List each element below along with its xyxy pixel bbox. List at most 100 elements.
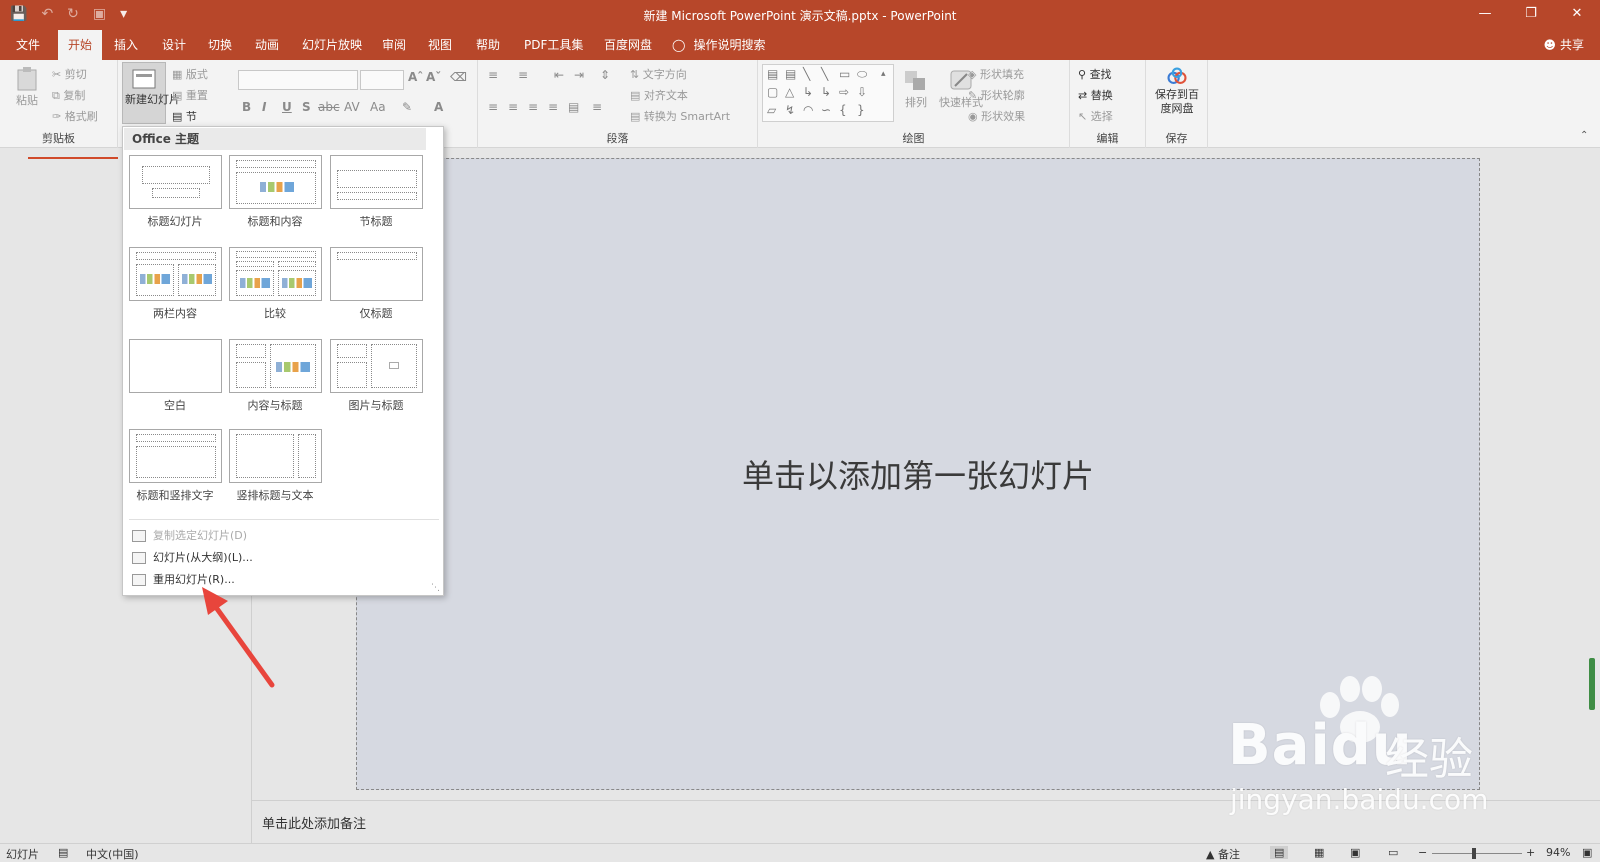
font-name-combo[interactable] [238, 70, 358, 90]
new-slide-button[interactable]: 新建幻灯片 [122, 62, 180, 124]
font-color-icon[interactable]: A [434, 100, 443, 114]
restore-icon[interactable]: ❐ [1508, 0, 1554, 30]
italic-icon[interactable]: I [262, 100, 266, 114]
align-left-icon[interactable]: ≡ [488, 100, 498, 114]
collapse-ribbon-icon[interactable]: ⌃ [1580, 130, 1588, 141]
shape-curve-icon: ∽ [821, 103, 832, 117]
tell-me-box[interactable]: ◯ 操作说明搜索 [672, 30, 765, 60]
layout-vertical-title-and-text[interactable]: 竖排标题与文本 [227, 429, 323, 515]
minimize-icon[interactable]: — [1462, 0, 1508, 30]
justify-icon[interactable]: ≡ [548, 100, 558, 114]
bold-icon[interactable]: B [242, 100, 251, 114]
shapes-gallery[interactable]: ▤ ▤ ╲ ╲ ▭ ⬭ ▢ △ ↳ ↳ ⇨ ⇩ ▱ ↯ ◠ ∽ { } ▴ [762, 64, 894, 122]
numbering-icon[interactable]: ≡ [518, 68, 528, 82]
layout-blank[interactable]: 空白 [127, 339, 223, 425]
increase-indent-icon[interactable]: ⇥ [574, 68, 584, 82]
menu-separator [129, 519, 439, 520]
tab-design[interactable]: 设计 [152, 30, 196, 60]
notes-placeholder[interactable]: 单击此处添加备注 [262, 813, 366, 832]
shape-outline-button[interactable]: ✎ 形状轮廓 [968, 87, 1025, 103]
layout-button[interactable]: ▦ 版式 [172, 66, 208, 82]
highlight-icon[interactable]: ✎ [402, 100, 412, 114]
char-spacing-icon[interactable]: AV [344, 100, 360, 114]
cut-button[interactable]: ✂ 剪切 [52, 66, 87, 82]
zoom-out-icon[interactable]: − [1418, 846, 1427, 859]
slideshow-icon[interactable]: ▭ [1388, 846, 1398, 859]
shadow-icon[interactable]: S [302, 100, 311, 114]
tab-help[interactable]: 帮助 [466, 30, 510, 60]
replace-button[interactable]: ⇄ 替换 [1078, 87, 1113, 103]
underline-icon[interactable]: U [282, 100, 292, 114]
shape-right-brace-icon: } [857, 103, 865, 117]
tab-transitions[interactable]: 切换 [198, 30, 242, 60]
gallery-scroll-icon[interactable]: ▴ [881, 69, 886, 79]
tab-insert[interactable]: 插入 [104, 30, 148, 60]
shape-triangle-icon: △ [785, 85, 795, 99]
fit-slide-icon[interactable]: ▣ [1582, 846, 1592, 859]
find-button[interactable]: ⚲ 查找 [1078, 66, 1112, 82]
replace-icon: ⇄ [1078, 89, 1091, 102]
select-button[interactable]: ↖ 选择 [1078, 108, 1113, 124]
notes-toggle[interactable]: ▲ 备注 [1206, 846, 1240, 862]
strikethrough-icon[interactable]: abc [318, 100, 340, 114]
language-indicator[interactable]: 中文(中国) [86, 846, 139, 862]
layout-title-slide[interactable]: 标题幻灯片 [127, 155, 223, 241]
close-icon[interactable]: ✕ [1554, 0, 1600, 30]
layout-content-with-caption[interactable]: 内容与标题 [227, 339, 323, 425]
tab-review[interactable]: 审阅 [372, 30, 416, 60]
format-painter-button[interactable]: ✑ 格式刷 [52, 108, 98, 124]
vertical-scrollbar[interactable] [1589, 658, 1595, 710]
align-center-icon[interactable]: ≡ [508, 100, 518, 114]
zoom-level[interactable]: 94% [1546, 846, 1570, 859]
text-direction-button[interactable]: ⇅ 文字方向 [630, 66, 687, 82]
zoom-slider-thumb[interactable] [1472, 848, 1476, 859]
duplicate-slide-item[interactable]: 复制选定幻灯片(D) [129, 525, 429, 547]
tab-home[interactable]: 开始 [58, 30, 103, 60]
layout-comparison[interactable]: 比较 [227, 247, 323, 333]
clear-format-icon[interactable]: ⌫ [450, 70, 467, 84]
copy-button[interactable]: ⧉ 复制 [52, 87, 85, 103]
layout-title-only[interactable]: 仅标题 [328, 247, 424, 333]
shape-fill-button[interactable]: ◈ 形状填充 [968, 66, 1024, 82]
reading-view-icon[interactable]: ▣ [1350, 846, 1360, 859]
align-right-icon[interactable]: ≡ [528, 100, 538, 114]
arrange-button[interactable]: 排列 [898, 68, 934, 110]
slides-from-outline-item[interactable]: 幻灯片(从大纲)(L)... [129, 547, 429, 569]
normal-view-icon[interactable]: ▤ [1270, 846, 1289, 859]
zoom-slider[interactable] [1432, 853, 1522, 854]
shape-right-arrow-icon: ⇨ [839, 85, 850, 99]
font-size-combo[interactable] [360, 70, 404, 90]
change-case-icon[interactable]: Aa [370, 100, 386, 114]
tab-file[interactable]: 文件 [6, 30, 50, 60]
resize-grip-icon[interactable]: ⋱ [431, 583, 440, 593]
layout-title-and-vertical-text[interactable]: 标题和竖排文字 [127, 429, 223, 515]
columns-icon[interactable]: ≡ [592, 100, 602, 114]
shape-effects-button[interactable]: ◉ 形状效果 [968, 108, 1025, 124]
save-to-baidu-button[interactable]: 保存到百度网盘 [1152, 66, 1202, 116]
layout-section-header[interactable]: 节标题 [328, 155, 424, 241]
slide-sorter-icon[interactable]: ▦ [1314, 846, 1324, 859]
increase-font-icon[interactable]: Aˆ [408, 70, 423, 84]
share-button[interactable]: ☻ 共享 [1543, 30, 1584, 60]
layout-two-content[interactable]: 两栏内容 [127, 247, 223, 333]
align-text-button[interactable]: ▤ 对齐文本 [630, 87, 688, 103]
tab-view[interactable]: 视图 [418, 30, 462, 60]
line-spacing-icon[interactable]: ⇕ [600, 68, 610, 82]
decrease-indent-icon[interactable]: ⇤ [554, 68, 564, 82]
bullets-icon[interactable]: ≡ [488, 68, 498, 82]
tab-slideshow[interactable]: 幻灯片放映 [292, 30, 372, 60]
section-button[interactable]: ▤ 节 [172, 108, 197, 124]
convert-smartart-button[interactable]: ▤ 转换为 SmartArt [630, 108, 730, 124]
layout-title-and-content[interactable]: 标题和内容 [227, 155, 323, 241]
zoom-in-icon[interactable]: + [1526, 846, 1535, 859]
decrease-font-icon[interactable]: Aˇ [426, 70, 441, 84]
scissors-icon: ✂ [52, 68, 65, 81]
distributed-icon[interactable]: ▤ [568, 100, 579, 114]
tab-baidu-netdisk[interactable]: 百度网盘 [594, 30, 662, 60]
spellcheck-icon[interactable]: ▤ [58, 846, 68, 859]
paste-button[interactable]: 粘贴 [12, 66, 42, 108]
reset-button[interactable]: ▤ 重置 [172, 87, 208, 103]
tab-pdf-tools[interactable]: PDF工具集 [514, 30, 593, 60]
layout-picture-with-caption[interactable]: 图片与标题 [328, 339, 424, 425]
tab-animations[interactable]: 动画 [245, 30, 289, 60]
